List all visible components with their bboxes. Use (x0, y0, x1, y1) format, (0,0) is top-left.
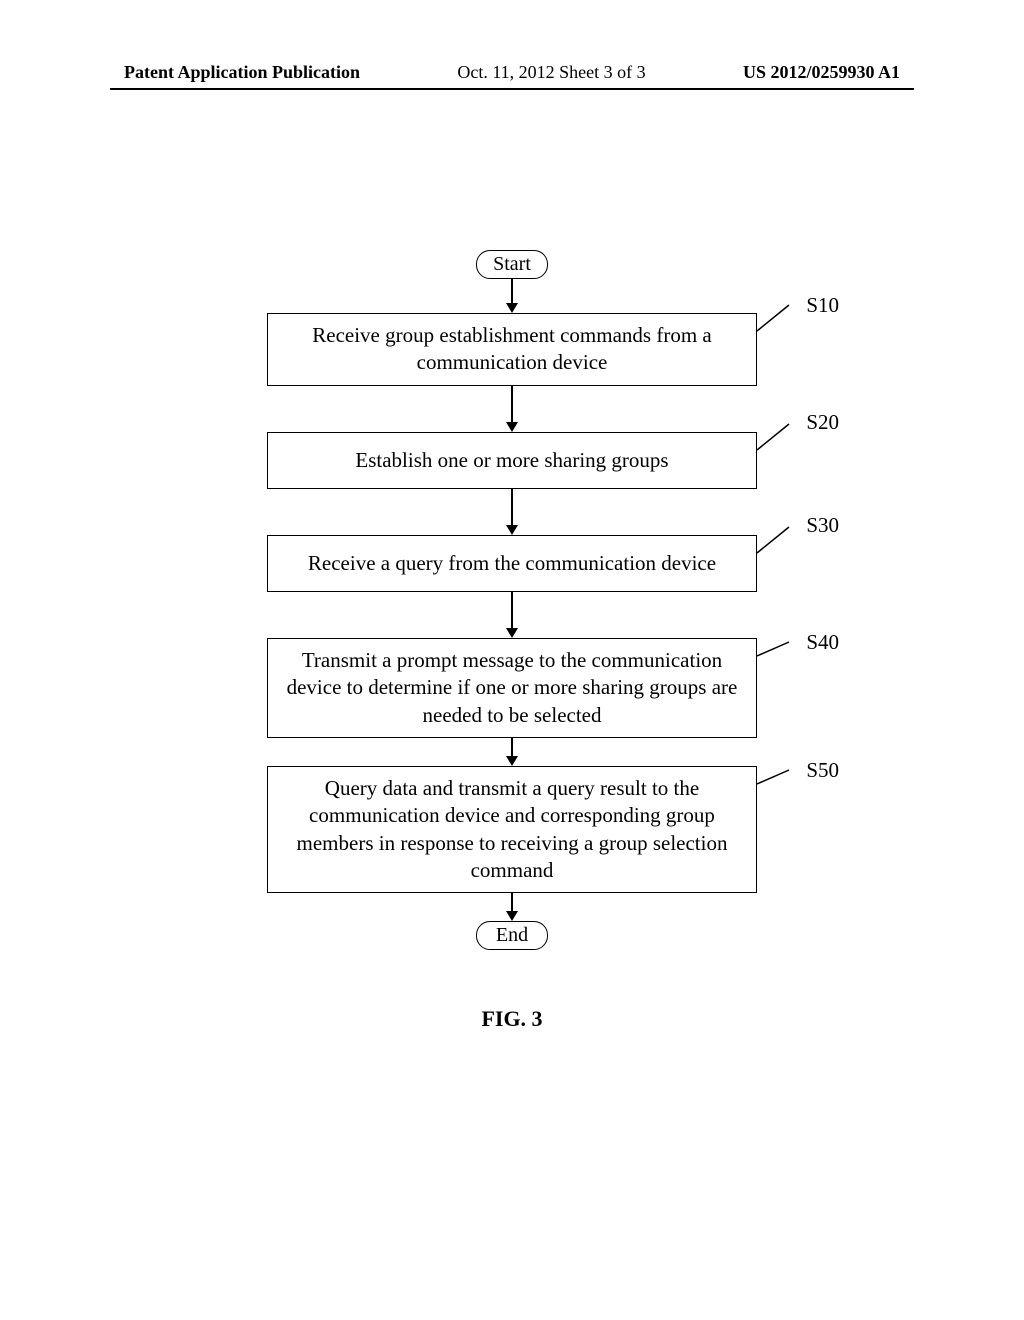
process-box: Establish one or more sharing groups (267, 432, 757, 489)
label-connector (757, 527, 797, 553)
figure-caption: FIG. 3 (481, 1006, 542, 1032)
arrow (506, 893, 518, 921)
step-label: S40 (806, 630, 839, 655)
step-label: S50 (806, 758, 839, 783)
process-box: Receive group establishment commands fro… (267, 313, 757, 386)
arrow (506, 279, 518, 313)
header-divider (110, 88, 914, 90)
arrow (506, 738, 518, 766)
header-patent-number: US 2012/0259930 A1 (743, 62, 900, 83)
process-box: Receive a query from the communication d… (267, 535, 757, 592)
arrow (506, 489, 518, 535)
process-box: Query data and transmit a query result t… (267, 766, 757, 893)
terminator-end: End (476, 921, 548, 950)
terminator-start: Start (476, 250, 548, 279)
process-row-s50: Query data and transmit a query result t… (267, 766, 757, 893)
label-connector (757, 305, 797, 331)
label-connector (757, 642, 797, 668)
flowchart: Start Receive group establishment comman… (0, 250, 1024, 1032)
header-publication-type: Patent Application Publication (124, 62, 360, 83)
arrow (506, 592, 518, 638)
step-label: S20 (806, 410, 839, 435)
process-box: Transmit a prompt message to the communi… (267, 638, 757, 738)
header-date-sheet: Oct. 11, 2012 Sheet 3 of 3 (457, 62, 645, 83)
arrow (506, 386, 518, 432)
step-label: S30 (806, 513, 839, 538)
label-connector (757, 424, 797, 450)
process-row-s30: Receive a query from the communication d… (267, 535, 757, 592)
process-row-s10: Receive group establishment commands fro… (267, 313, 757, 386)
step-label: S10 (806, 293, 839, 318)
label-connector (757, 770, 797, 796)
process-row-s40: Transmit a prompt message to the communi… (267, 638, 757, 738)
page-header: Patent Application Publication Oct. 11, … (0, 62, 1024, 83)
process-row-s20: Establish one or more sharing groups S20 (267, 432, 757, 489)
